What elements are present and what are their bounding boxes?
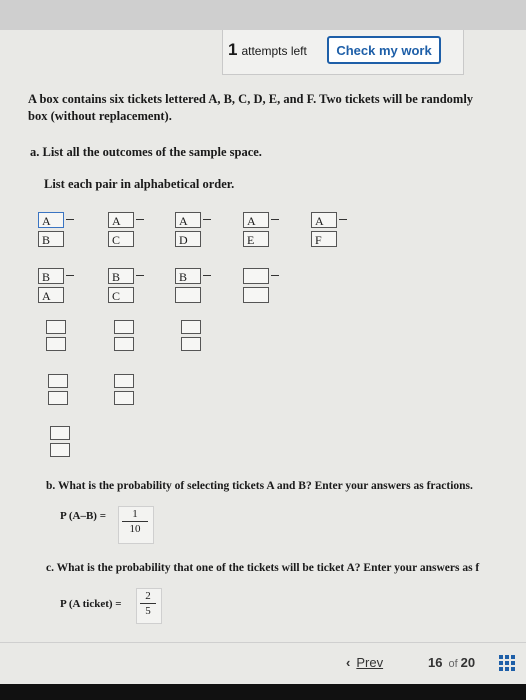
pair-14-second-input[interactable]	[114, 391, 134, 405]
pair-4: A E	[243, 212, 281, 247]
pair-8-second-input[interactable]	[175, 287, 201, 303]
pair-15-first-input[interactable]	[50, 426, 70, 440]
pair-9	[243, 268, 281, 303]
pair-separator	[203, 219, 211, 220]
pair-8-first-input[interactable]: B	[175, 268, 201, 284]
pair-separator	[271, 219, 279, 220]
top-band	[0, 0, 526, 30]
pair-separator	[66, 219, 74, 220]
pair-9-second-input[interactable]	[243, 287, 269, 303]
chevron-left-icon: ‹	[346, 655, 351, 670]
prev-label: Prev	[356, 655, 384, 670]
pair-separator	[203, 275, 211, 276]
total-pages: 20	[460, 655, 476, 670]
check-my-work-button[interactable]: Check my work	[327, 36, 441, 64]
pair-14-first-input[interactable]	[114, 374, 134, 388]
pair-12	[181, 320, 219, 351]
pair-3-second-input[interactable]: D	[175, 231, 201, 247]
pair-9-first-input[interactable]	[243, 268, 269, 284]
question-line-1: A box contains six tickets lettered A, B…	[28, 92, 474, 106]
part-c-label: P (A ticket) =	[60, 598, 122, 610]
part-b-label: P (A–B) =	[60, 510, 106, 522]
fraction-bar	[122, 521, 148, 522]
pair-4-second-input[interactable]: E	[243, 231, 269, 247]
pair-13-first-input[interactable]	[48, 374, 68, 388]
page-indicator: 16 of 20	[428, 655, 478, 670]
attempts-indicator: 1 attempts left	[228, 40, 307, 60]
pair-4-first-input[interactable]: A	[243, 212, 269, 228]
pair-separator	[136, 219, 144, 220]
prev-button[interactable]: ‹ Prev	[346, 655, 383, 670]
pair-5-second-input[interactable]: F	[311, 231, 337, 247]
pair-separator	[136, 275, 144, 276]
pair-2: A C	[108, 212, 146, 247]
attempts-label: attempts left	[241, 44, 307, 58]
pair-8: B	[175, 268, 213, 303]
pair-7-second-input[interactable]: C	[108, 287, 134, 303]
part-c-fraction: 2 5	[140, 590, 156, 617]
pair-15-second-input[interactable]	[50, 443, 70, 457]
pair-5: A F	[311, 212, 349, 247]
grid-icon[interactable]	[499, 655, 515, 671]
fraction-bar	[140, 603, 156, 604]
part-a-prompt: a. List all the outcomes of the sample s…	[30, 145, 262, 159]
pair-11-second-input[interactable]	[114, 337, 134, 351]
footer-divider	[0, 642, 526, 643]
of-label: of	[448, 658, 458, 670]
pair-12-second-input[interactable]	[181, 337, 201, 351]
pair-11	[114, 320, 152, 351]
pair-7: B C	[108, 268, 146, 303]
pair-12-first-input[interactable]	[181, 320, 201, 334]
attempts-count: 1	[228, 40, 238, 59]
bottom-bar	[0, 684, 526, 700]
current-page: 16	[428, 655, 443, 670]
pair-10	[46, 320, 84, 351]
part-c-prompt: c. What is the probability that one of t…	[46, 562, 480, 574]
pair-13	[48, 374, 86, 405]
part-c-numerator-input[interactable]: 2	[140, 590, 156, 602]
pair-7-first-input[interactable]: B	[108, 268, 134, 284]
pair-separator	[271, 275, 279, 276]
pair-14	[114, 374, 152, 405]
part-b-numerator-input[interactable]: 1	[122, 508, 148, 520]
pair-10-first-input[interactable]	[46, 320, 66, 334]
pair-1-second-input[interactable]: B	[38, 231, 64, 247]
pair-6: B A	[38, 268, 76, 303]
pair-6-second-input[interactable]: A	[38, 287, 64, 303]
pair-6-first-input[interactable]: B	[38, 268, 64, 284]
part-b-fraction: 1 10	[122, 508, 148, 535]
pair-5-first-input[interactable]: A	[311, 212, 337, 228]
pair-separator	[339, 219, 347, 220]
pair-13-second-input[interactable]	[48, 391, 68, 405]
pair-separator	[66, 275, 74, 276]
question-line-2: box (without replacement).	[28, 109, 172, 123]
part-b-denominator-input[interactable]: 10	[122, 523, 148, 535]
pair-15	[50, 426, 88, 457]
instruction-text: List each pair in alphabetical order.	[44, 177, 235, 191]
pair-3-first-input[interactable]: A	[175, 212, 201, 228]
pair-1-first-input[interactable]: A	[38, 212, 64, 228]
part-b-prompt: b. What is the probability of selecting …	[46, 480, 473, 492]
pair-11-first-input[interactable]	[114, 320, 134, 334]
question-text: A box contains six tickets lettered A, B…	[28, 91, 526, 125]
pair-1: A B	[38, 212, 76, 247]
pair-10-second-input[interactable]	[46, 337, 66, 351]
pair-3: A D	[175, 212, 213, 247]
part-c-denominator-input[interactable]: 5	[140, 605, 156, 617]
pair-2-first-input[interactable]: A	[108, 212, 134, 228]
pair-2-second-input[interactable]: C	[108, 231, 134, 247]
